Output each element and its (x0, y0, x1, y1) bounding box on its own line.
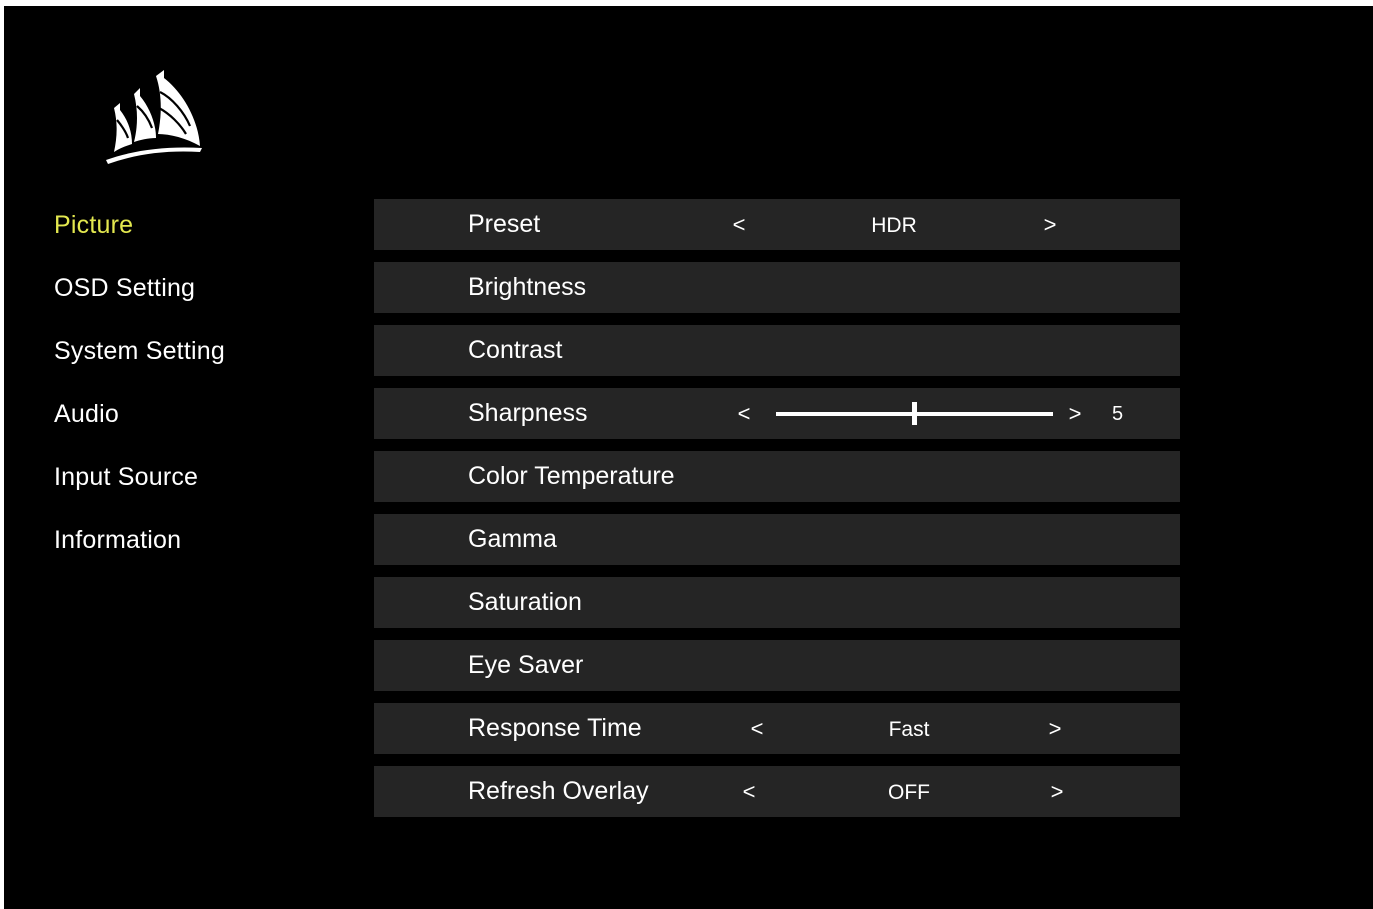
response-time-next-arrow-icon[interactable]: > (1043, 703, 1067, 754)
setting-label-sharpness: Sharpness (468, 399, 588, 427)
response-time-value: Fast (888, 718, 930, 741)
setting-row-refresh-overlay[interactable]: Refresh Overlay < OFF > (374, 766, 1180, 817)
sharpness-value: 5 (1112, 403, 1124, 425)
sharpness-slider-thumb[interactable] (912, 402, 917, 425)
setting-row-response-time[interactable]: Response Time < Fast > (374, 703, 1180, 754)
menu-item-input-source[interactable]: Input Source (54, 451, 354, 514)
menu-item-information[interactable]: Information (54, 514, 354, 577)
setting-label-color-temperature: Color Temperature (468, 462, 675, 490)
sharpness-decrease-arrow-icon[interactable]: < (732, 388, 756, 439)
setting-label-saturation: Saturation (468, 588, 582, 616)
osd-screen: Picture OSD Setting System Setting Audio… (4, 6, 1373, 909)
setting-row-sharpness[interactable]: Sharpness < > 5 (374, 388, 1180, 439)
setting-row-gamma[interactable]: Gamma (374, 514, 1180, 565)
setting-label-eye-saver: Eye Saver (468, 651, 584, 679)
sharpness-increase-arrow-icon[interactable]: > (1063, 388, 1087, 439)
setting-row-contrast[interactable]: Contrast (374, 325, 1180, 376)
menu-item-audio[interactable]: Audio (54, 388, 354, 451)
setting-label-gamma: Gamma (468, 525, 557, 553)
preset-value: HDR (871, 214, 917, 237)
menu-item-system-setting[interactable]: System Setting (54, 325, 354, 388)
setting-label-brightness: Brightness (468, 273, 587, 301)
preset-prev-arrow-icon[interactable]: < (727, 199, 751, 250)
setting-row-brightness[interactable]: Brightness (374, 262, 1180, 313)
osd-main-menu: Picture OSD Setting System Setting Audio… (54, 199, 354, 577)
refresh-overlay-value: OFF (888, 781, 930, 804)
menu-item-osd-setting[interactable]: OSD Setting (54, 262, 354, 325)
setting-label-response-time: Response Time (468, 714, 642, 742)
setting-label-refresh-overlay: Refresh Overlay (468, 777, 649, 805)
picture-settings-panel: Preset < HDR > Brightness Contrast Sharp… (374, 199, 1180, 829)
setting-row-color-temperature[interactable]: Color Temperature (374, 451, 1180, 502)
corsair-sails-logo-icon (106, 70, 202, 164)
setting-row-saturation[interactable]: Saturation (374, 577, 1180, 628)
setting-row-preset[interactable]: Preset < HDR > (374, 199, 1180, 250)
refresh-overlay-prev-arrow-icon[interactable]: < (737, 766, 761, 817)
refresh-overlay-next-arrow-icon[interactable]: > (1045, 766, 1069, 817)
setting-row-eye-saver[interactable]: Eye Saver (374, 640, 1180, 691)
preset-next-arrow-icon[interactable]: > (1038, 199, 1062, 250)
setting-label-contrast: Contrast (468, 336, 563, 364)
setting-label-preset: Preset (468, 210, 541, 238)
response-time-prev-arrow-icon[interactable]: < (745, 703, 769, 754)
menu-item-picture[interactable]: Picture (54, 199, 354, 262)
